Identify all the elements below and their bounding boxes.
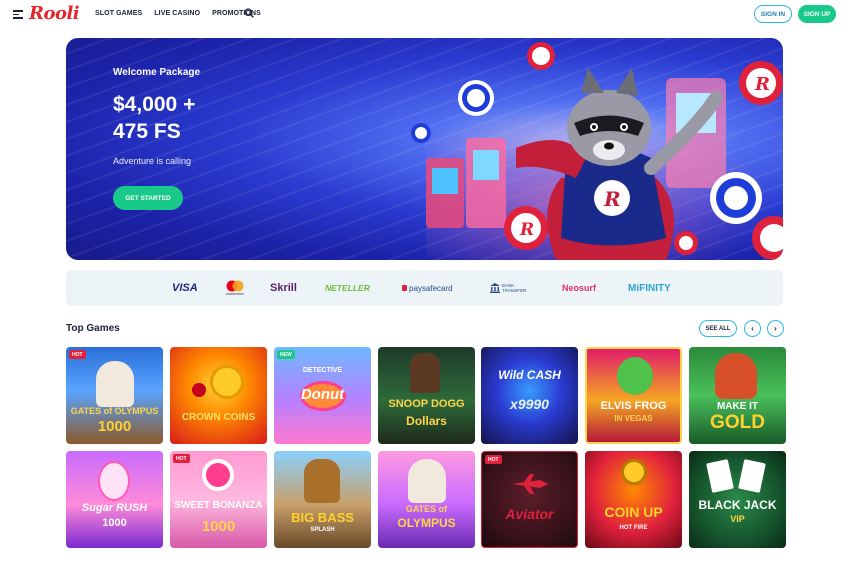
hero-title: $4,000 + 475 FS [113,91,195,145]
gold-coin-icon [210,365,244,399]
game-tile-gates-of-olympus[interactable]: GATES of OLYMPUS [378,451,475,548]
game-tile-elvis-frog-in-vegas[interactable]: ELVIS FROG IN VEGAS [585,347,682,444]
search-icon[interactable] [244,8,254,18]
hamburger-menu-icon[interactable] [13,10,23,19]
game-tile-wild-cash-x9990[interactable]: Wild CASH x9990 [481,347,578,444]
mastercard-icon [226,280,244,292]
bank-transfer-logo: BANK TRANSFER [490,270,536,306]
game-title: ELVIS FROG [600,400,667,412]
game-subtitle: 1000 [201,518,236,535]
playing-card-icon [706,459,734,493]
game-subtitle: VIP [730,514,745,524]
game-subtitle: HOT FIRE [619,525,648,531]
carousel-next-button[interactable]: › [767,320,784,337]
leprechaun-girl-figure [715,353,757,399]
game-tile-coin-up-hot-fire[interactable]: COIN UP HOT FIRE [585,451,682,548]
carousel-prev-button[interactable]: ‹ [744,320,761,337]
mastercard-logo: mastercard [224,270,246,306]
raccoon-hero-illustration: R R R [411,42,783,260]
hero-title-line2: 475 FS [113,120,181,143]
game-title: CROWN COINS [181,412,256,423]
game-title: COIN UP [604,504,663,520]
game-title: GATES of OLYMPUS [70,406,159,416]
game-subtitle: GOLD [710,412,765,433]
snoop-figure [410,353,440,393]
game-subtitle: Dollars [406,414,447,428]
game-subtitle: 1000 [102,517,127,529]
paysafecard-logo: paysafecard [402,270,453,306]
hot-badge: HOT [173,454,190,463]
playing-card-icon [738,459,766,493]
sign-up-button[interactable]: SIGN UP [798,5,836,23]
game-subtitle: OLYMPUS [397,516,456,530]
gold-coin-icon [621,459,647,485]
game-subtitle: DETECTIVE [302,367,343,374]
game-title: SWEET BONANZA [174,500,263,511]
candy-egg-icon [98,461,130,501]
game-title: GATES of [405,504,448,514]
bank-icon [490,283,500,293]
sign-in-button[interactable]: SIGN IN [754,5,792,23]
game-title: Wild CASH [498,368,561,382]
airplane-icon [512,474,548,494]
game-tile-crown-coins[interactable]: CROWN COINS [170,347,267,444]
svg-text:R: R [603,187,621,211]
game-title: Aviator [505,506,554,522]
game-tile-big-bass-splash[interactable]: BIG BASS SPLASH [274,451,371,548]
game-tile-aviator[interactable]: HOT Aviator [481,451,578,548]
new-badge: NEW [277,350,295,359]
neteller-logo: NETELLER [325,283,370,293]
hot-badge: HOT [69,350,86,359]
zeus-figure [408,459,446,503]
frog-figure [617,357,653,395]
game-tile-make-it-gold[interactable]: MAKE IT GOLD [689,347,786,444]
hot-badge: HOT [485,455,502,464]
top-games-title: Top Games [66,323,120,334]
rooli-logo[interactable]: Rooli [29,3,80,24]
nav-live-casino[interactable]: LIVE CASINO [154,10,200,17]
hero-title-line1: $4,000 + [113,93,196,116]
game-title: BLACK JACK [698,498,777,512]
cherry-icon [192,383,206,397]
game-tile-donut-detective[interactable]: NEW DETECTIVE Donut [274,347,371,444]
game-subtitle: SPLASH [310,527,335,533]
game-title: Donut [300,386,345,403]
top-bar: Rooli SLOT GAMES LIVE CASINO PROMOTIONS … [0,0,850,30]
fisherman-figure [304,459,340,503]
svg-text:R: R [519,220,534,240]
game-subtitle: 1000 [97,418,132,435]
skrill-logo: Skrill [270,282,297,294]
payment-methods-bar: VISA mastercard Skrill NETELLER paysafec… [66,270,783,306]
see-all-button[interactable]: SEE ALL [699,320,737,337]
lock-icon [402,285,407,291]
game-tile-sweet-bonanza-1000[interactable]: HOT SWEET BONANZA 1000 [170,451,267,548]
hero-subtitle: Welcome Package [113,67,201,78]
game-tile-snoop-dogg-dollars[interactable]: SNOOP DOGG Dollars [378,347,475,444]
lollipop-icon [202,459,234,491]
neosurf-logo: Neosurf [562,283,597,293]
nav-slot-games[interactable]: SLOT GAMES [95,10,142,17]
mifinity-logo: MiFINITY [628,282,671,294]
main-nav: SLOT GAMES LIVE CASINO PROMOTIONS [95,10,261,17]
game-subtitle: x9990 [510,396,549,412]
svg-text:R: R [754,74,770,95]
game-title: MAKE IT [716,401,759,412]
hero-banner: R R R Welcome Package $4,000 + 475 FS Ad… [66,38,783,260]
game-title: BIG BASS [291,510,354,525]
visa-logo: VISA [172,282,198,294]
game-title: Sugar RUSH [81,502,148,514]
get-started-button[interactable]: GET STARTED [113,186,183,210]
game-title: SNOOP DOGG [388,398,465,410]
game-tile-sugar-rush-1000[interactable]: Sugar RUSH 1000 [66,451,163,548]
zeus-figure [96,361,134,407]
game-tile-gates-of-olympus-1000[interactable]: HOT GATES of OLYMPUS 1000 [66,347,163,444]
hero-tagline: Adventure is calling [113,156,192,166]
game-subtitle: IN VEGAS [614,414,653,423]
game-tile-black-jack-vip[interactable]: BLACK JACK VIP [689,451,786,548]
